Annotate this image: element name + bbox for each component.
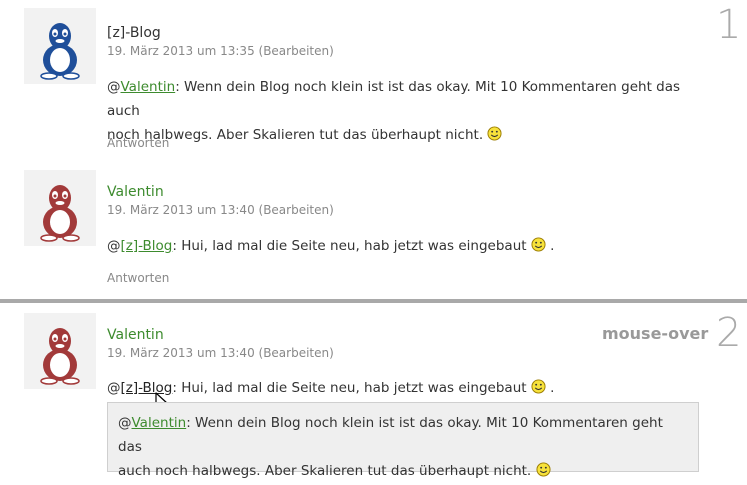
mention-link[interactable]: Valentin: [132, 415, 187, 431]
section-number-2: 2: [716, 310, 742, 356]
reply-link[interactable]: Antworten: [107, 136, 169, 150]
tux-avatar-blue-icon: [40, 23, 80, 80]
reply-link[interactable]: Antworten: [107, 271, 169, 285]
comment-author[interactable]: Valentin: [107, 184, 164, 200]
tooltip-text-line1: : Wenn dein Blog noch klein ist ist das …: [118, 415, 663, 455]
comment-text: : Hui, lad mal die Seite neu, hab jetzt …: [172, 380, 527, 396]
comment-text-suffix: .: [550, 238, 555, 254]
smiley-icon: [531, 379, 546, 394]
comment-meta: 19. März 2013 um 13:40 (Bearbeiten): [107, 203, 334, 217]
avatar: [24, 313, 96, 389]
mention-prefix: @: [107, 380, 121, 396]
comment-author[interactable]: [z]-Blog: [107, 25, 161, 41]
mention-prefix: @: [107, 238, 121, 254]
mention-preview-tooltip: @Valentin: Wenn dein Blog noch klein ist…: [107, 402, 699, 479]
comment-meta: 19. März 2013 um 13:35 (Bearbeiten): [107, 44, 334, 58]
mention-link[interactable]: [z]-Blog: [121, 238, 173, 254]
mention-link[interactable]: Valentin: [121, 79, 176, 95]
comment-author[interactable]: Valentin: [107, 327, 164, 343]
comment-body: @Valentin: Wenn dein Blog noch klein ist…: [107, 75, 707, 147]
avatar: [24, 170, 96, 246]
mouse-over-label: mouse-over: [602, 324, 709, 343]
tooltip-text: @Valentin: Wenn dein Blog noch klein ist…: [118, 411, 688, 483]
avatar: [24, 8, 96, 84]
comment-body: @[z]-Blog: Hui, lad mal die Seite neu, h…: [107, 376, 707, 400]
tooltip-text-line2: auch noch halbwegs. Aber Skalieren tut d…: [118, 463, 532, 479]
comment-text-suffix: .: [550, 380, 555, 396]
comment-body: @[z]-Blog: Hui, lad mal die Seite neu, h…: [107, 234, 707, 258]
smiley-icon: [535, 462, 551, 477]
smiley-icon: [487, 126, 502, 141]
comment-text: : Hui, lad mal die Seite neu, hab jetzt …: [172, 238, 527, 254]
comment-meta: 19. März 2013 um 13:40 (Bearbeiten): [107, 346, 334, 360]
comment-text-line1: : Wenn dein Blog noch klein ist ist das …: [107, 79, 681, 119]
mention-prefix: @: [118, 415, 132, 431]
mention-prefix: @: [107, 79, 121, 95]
tux-avatar-red-icon: [40, 185, 80, 242]
tux-avatar-red-icon: [40, 328, 80, 385]
section-divider: [0, 299, 747, 303]
smiley-icon: [531, 237, 546, 252]
section-number-1: 1: [716, 2, 742, 48]
